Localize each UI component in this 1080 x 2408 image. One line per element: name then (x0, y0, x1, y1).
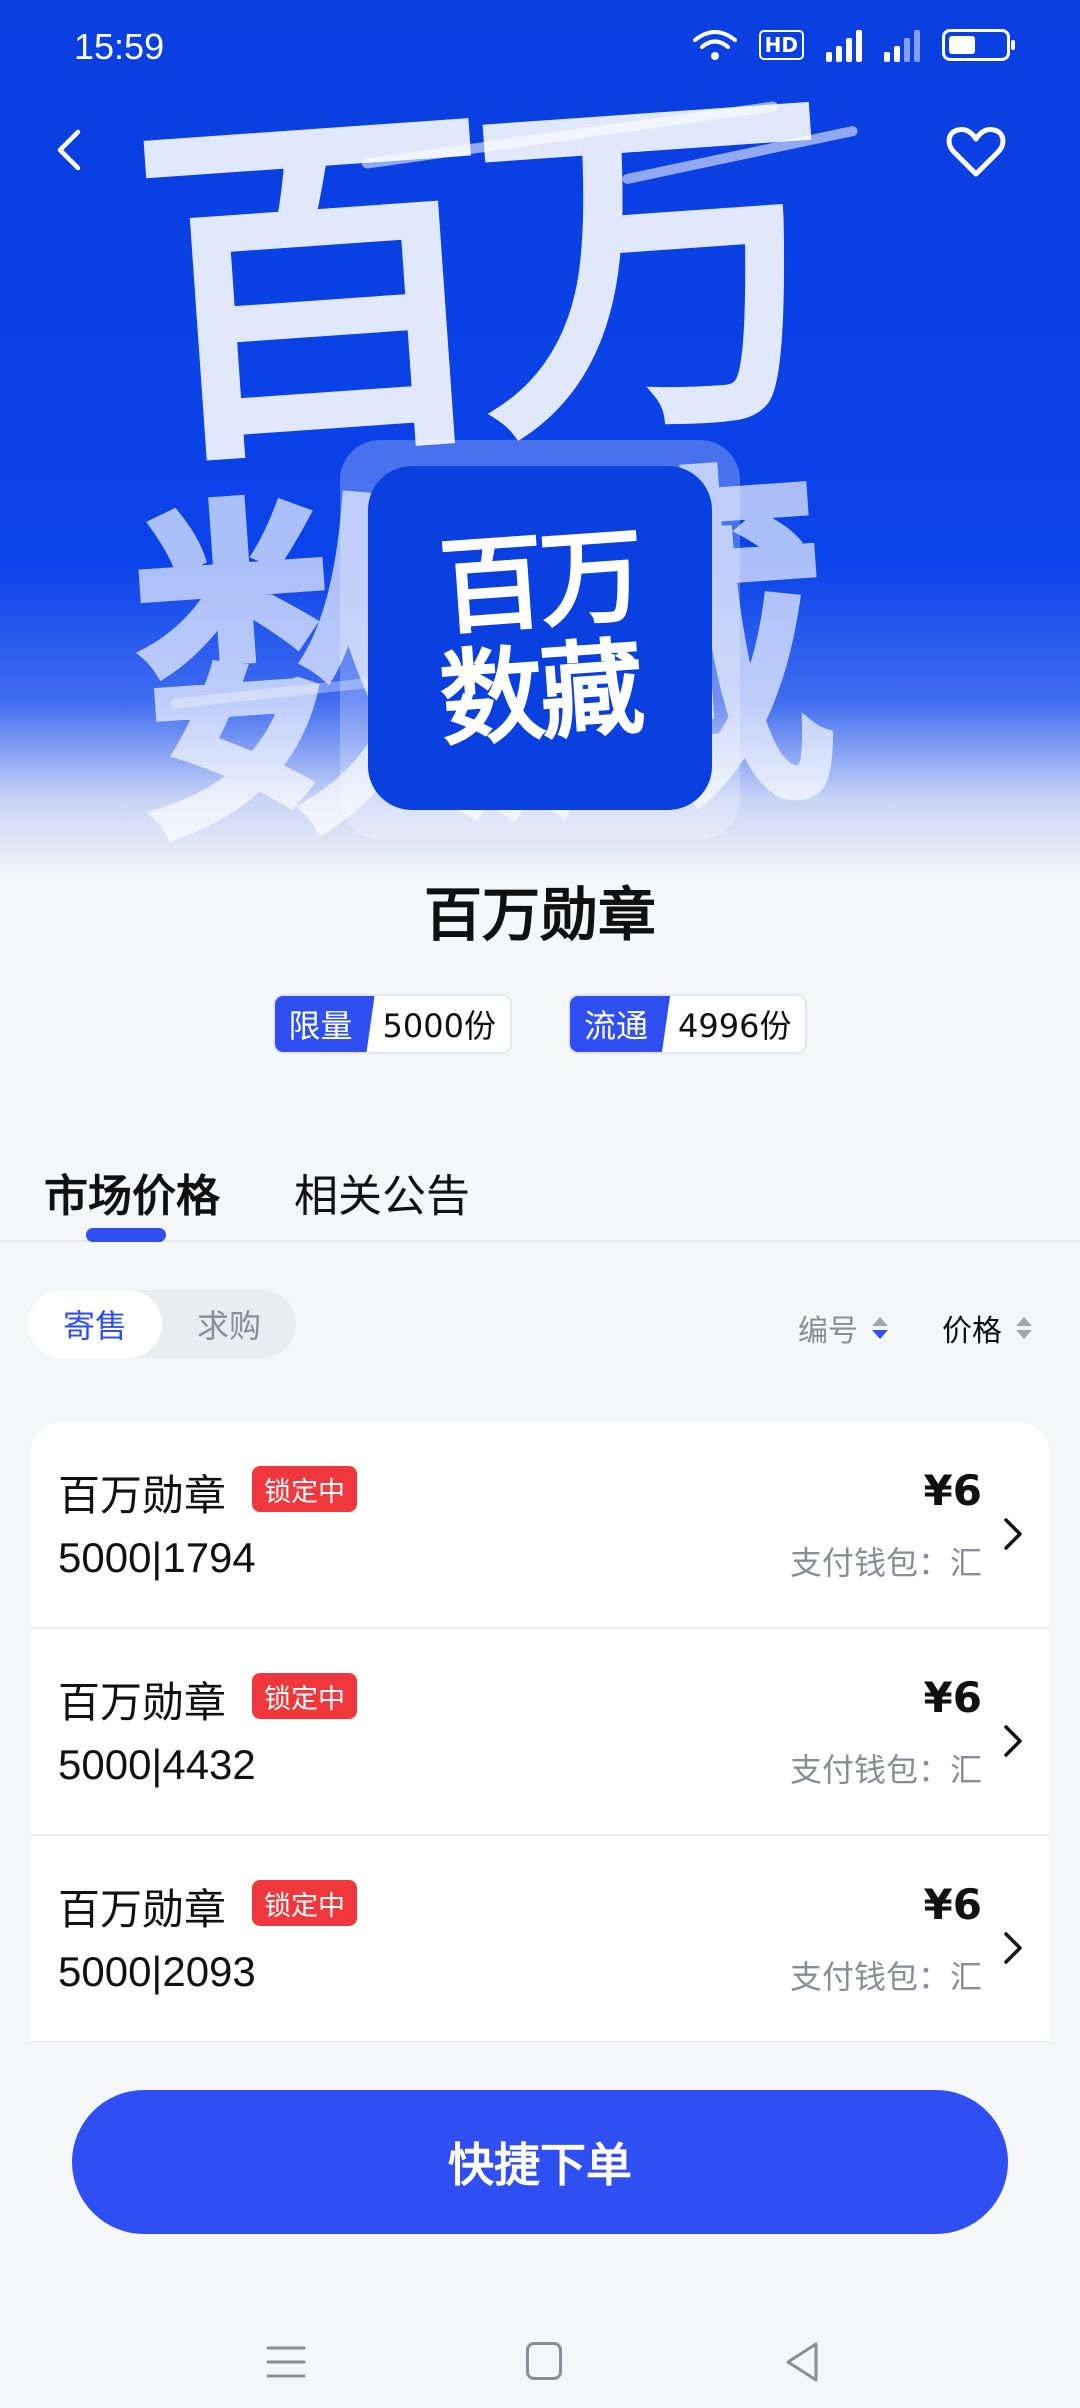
signal-icon (884, 28, 920, 62)
quick-order-button[interactable]: 快捷下单 (72, 2090, 1008, 2234)
circulation-stat: 流通 4996份 (568, 994, 808, 1054)
listing-wallet: 支付钱包：汇 (789, 1958, 982, 1996)
back-icon[interactable] (44, 122, 100, 178)
product-stats: 限量 5000份 流通 4996份 (0, 994, 1080, 1054)
tab-announcements[interactable]: 相关公告 (294, 1160, 470, 1224)
listing-price: ¥6 (923, 1880, 982, 1929)
listing-item[interactable]: 百万勋章 锁定中 5000|1794 ¥6 支付钱包：汇 (30, 1422, 1050, 1629)
sort-arrows-icon (872, 1317, 888, 1339)
listing-name: 百万勋章 (58, 1678, 227, 1727)
favorite-heart-icon[interactable] (944, 122, 1008, 182)
segment-purchase[interactable]: 求购 (162, 1290, 296, 1358)
app-root: 百万 数藏 百万 数藏 15:59 HD (0, 0, 1080, 2408)
segment-consign[interactable]: 寄售 (28, 1290, 162, 1358)
product-title: 百万勋章 (423, 881, 656, 949)
limit-label: 限量 (274, 996, 375, 1052)
status-time: 15:59 (74, 26, 165, 67)
tab-bar: 市场价格 相关公告 (0, 1150, 1080, 1242)
system-back-icon[interactable] (782, 2340, 822, 2384)
hd-icon: HD (758, 30, 804, 60)
listing-serial: 5000|1794 (58, 1534, 256, 1581)
listing-name: 百万勋章 (58, 1885, 227, 1934)
listing-type-segment: 寄售 求购 (28, 1290, 296, 1358)
status-icons: HD (692, 28, 1015, 62)
hero-banner: 百万 数藏 百万 数藏 15:59 HD (0, 0, 1080, 880)
status-bar: 15:59 HD (0, 0, 1080, 96)
locked-badge: 锁定中 (252, 1673, 357, 1719)
listing-serial: 5000|2093 (58, 1948, 256, 1995)
circulation-value: 4996份 (678, 1007, 792, 1045)
listing-item[interactable]: 百万勋章 锁定中 5000|2093 ¥6 支付钱包：汇 (30, 1836, 1050, 2043)
listing-serial: 5000|4432 (58, 1741, 256, 1788)
system-navigation-bar (0, 2300, 1080, 2408)
tab-market-price[interactable]: 市场价格 (44, 1160, 220, 1224)
listing-price: ¥6 (923, 1673, 982, 1722)
sort-price-label: 价格 (942, 1314, 1002, 1349)
listing-item[interactable]: 百万勋章 锁定中 5000|4432 ¥6 支付钱包：汇 (30, 1629, 1050, 1836)
locked-badge: 锁定中 (252, 1880, 357, 1926)
listing-wallet: 支付钱包：汇 (789, 1751, 982, 1789)
chevron-right-icon (1004, 1932, 1022, 1964)
battery-icon (942, 29, 1015, 61)
chevron-right-icon (1004, 1518, 1022, 1550)
wifi-icon (692, 30, 737, 60)
logo-line-2: 数藏 (435, 625, 645, 762)
listing-list: 百万勋章 锁定中 5000|1794 ¥6 支付钱包：汇 百万勋章 锁定中 50… (30, 1422, 1050, 2043)
sort-by-price[interactable]: 价格 (942, 1306, 1032, 1350)
sort-by-number[interactable]: 编号 (798, 1306, 888, 1350)
listing-wallet: 支付钱包：汇 (789, 1544, 982, 1582)
sort-arrows-icon (1016, 1317, 1032, 1339)
active-tab-indicator (86, 1228, 166, 1242)
locked-badge: 锁定中 (252, 1466, 357, 1512)
signal-icon (826, 28, 862, 62)
home-icon[interactable] (526, 2342, 562, 2380)
limit-value: 5000份 (382, 1007, 496, 1045)
collection-logo: 百万 数藏 (368, 466, 712, 810)
listing-name: 百万勋章 (58, 1471, 227, 1520)
circulation-label: 流通 (570, 996, 671, 1052)
listing-price: ¥6 (923, 1466, 982, 1515)
recent-apps-icon[interactable] (266, 2344, 306, 2380)
chevron-right-icon (1004, 1725, 1022, 1757)
sort-number-label: 编号 (798, 1314, 858, 1349)
limit-stat: 限量 5000份 (272, 994, 512, 1054)
